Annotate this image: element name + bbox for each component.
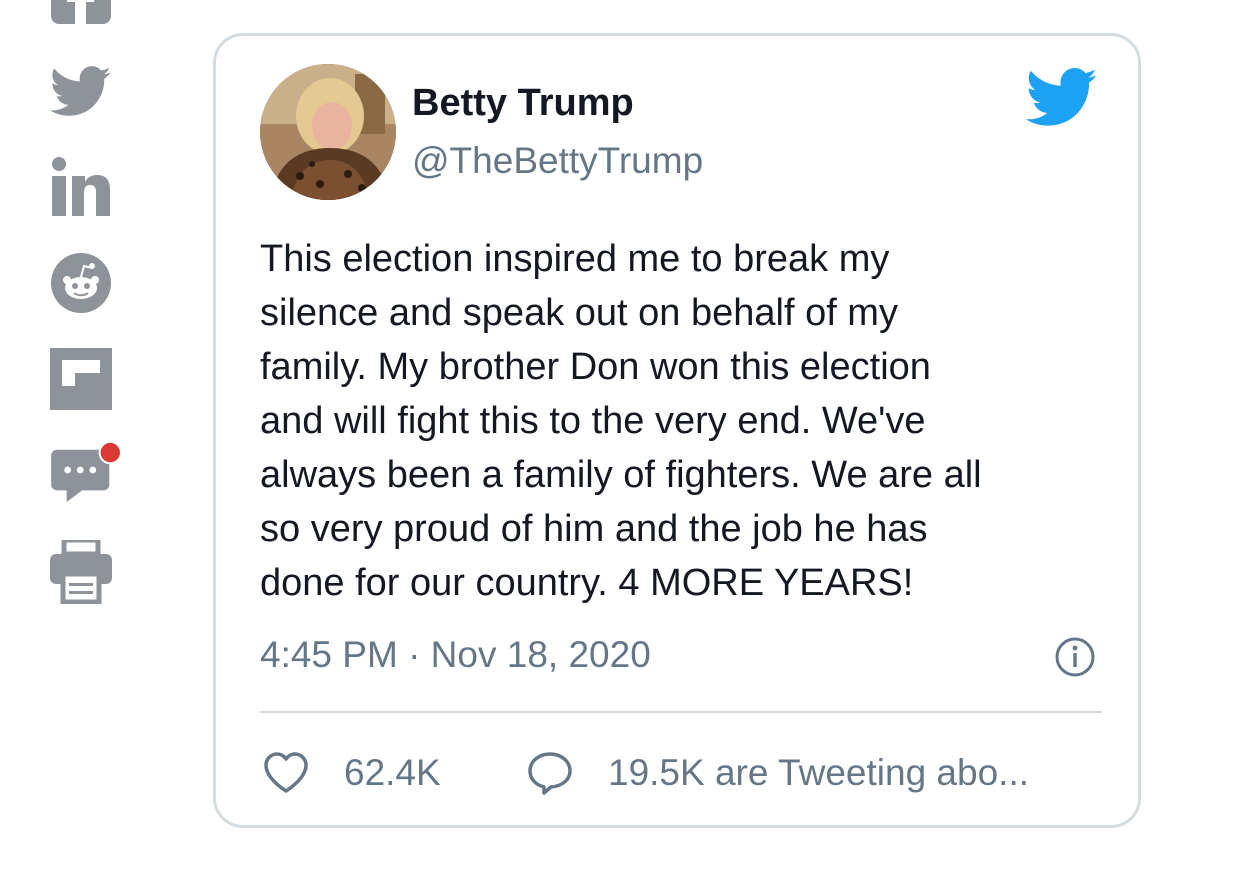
twitter-logo-icon[interactable] [1026, 68, 1098, 128]
linkedin-icon[interactable] [50, 156, 112, 218]
facebook-icon[interactable] [50, 0, 112, 26]
twitter-icon[interactable] [50, 64, 112, 120]
like-button[interactable]: 62.4K [262, 748, 441, 798]
reply-count: 19.5K are Tweeting abo... [608, 752, 1030, 793]
reply-icon [526, 749, 574, 797]
tweet-text: This election inspired me to break my si… [260, 232, 1110, 610]
avatar[interactable] [260, 64, 396, 200]
tweet-text-line: done for our country. 4 MORE YEARS! [260, 562, 914, 604]
tweet-text-line: always been a family of fighters. We are… [260, 454, 982, 496]
like-count: 62.4K [344, 752, 441, 793]
reddit-icon[interactable] [50, 252, 112, 314]
tweet-text-line: This election inspired me to break my [260, 238, 890, 280]
heart-icon [262, 749, 310, 797]
info-icon[interactable] [1054, 636, 1096, 678]
flipboard-icon[interactable] [50, 348, 112, 410]
tweet-text-line: so very proud of him and the job he has [260, 508, 928, 550]
tweet-text-line: and will fight this to the very end. We'… [260, 400, 926, 442]
comments-icon[interactable] [50, 440, 126, 502]
tweet-timestamp[interactable]: 4:45 PM · Nov 18, 2020 [260, 634, 651, 676]
tweet-card[interactable]: Betty Trump @TheBettyTrump This election… [213, 33, 1141, 828]
author-name[interactable]: Betty Trump [412, 82, 634, 125]
tweet-text-line: silence and speak out on behalf of my [260, 292, 898, 334]
tweet-text-line: family. My brother Don won this election [260, 346, 931, 388]
print-icon[interactable] [50, 540, 112, 604]
reply-button[interactable]: 19.5K are Tweeting abo... [526, 748, 1029, 798]
author-handle[interactable]: @TheBettyTrump [412, 140, 703, 182]
divider [260, 711, 1102, 713]
share-rail [0, 0, 140, 873]
